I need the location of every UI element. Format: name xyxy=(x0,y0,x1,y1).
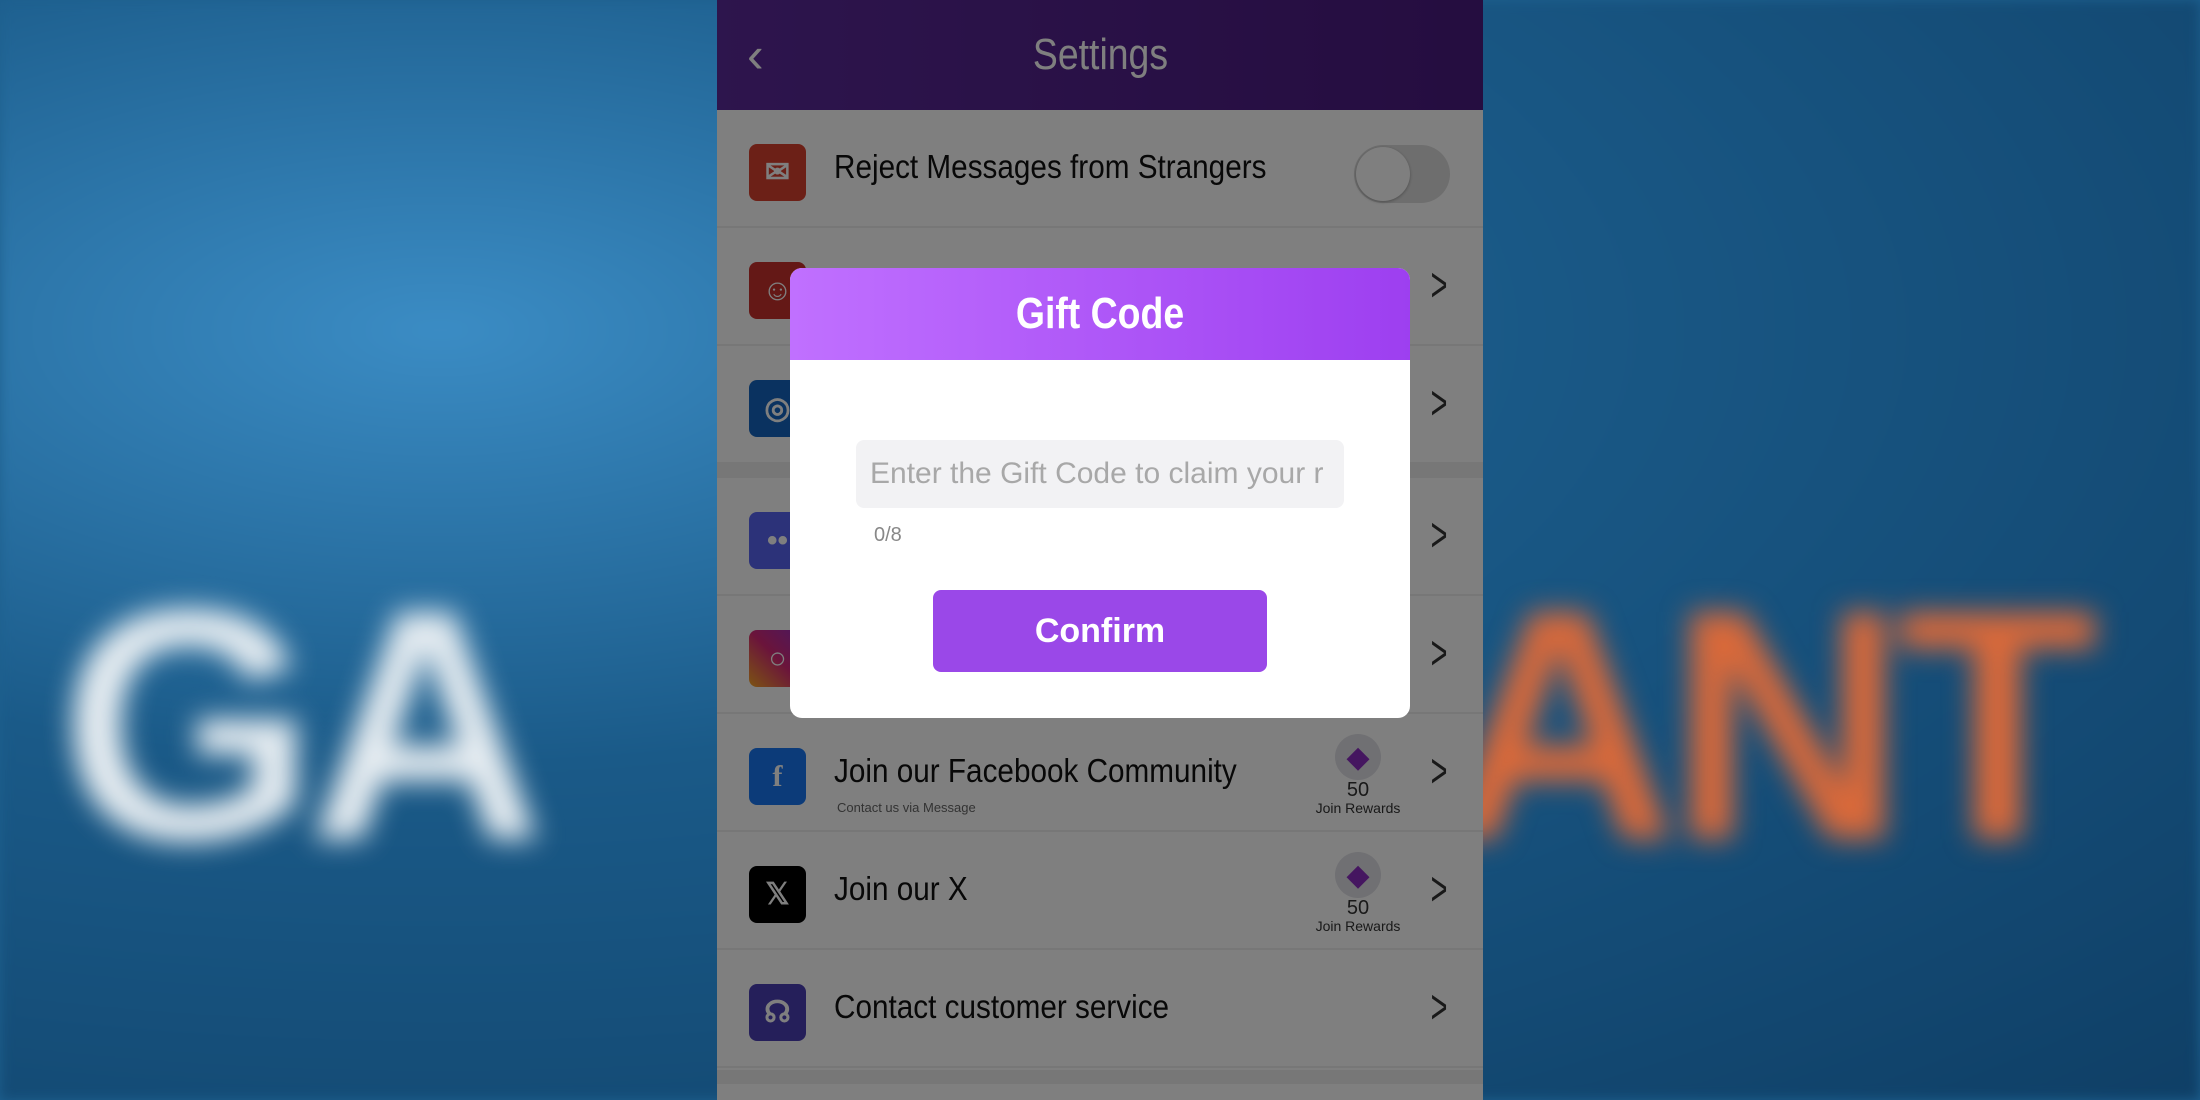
background-logo-text: ANT xyxy=(1440,540,2098,909)
character-counter: 0/8 xyxy=(874,524,902,546)
background-logo-text: GA xyxy=(60,540,545,909)
dialog-title: Gift Code xyxy=(1015,289,1185,338)
confirm-button[interactable]: Confirm xyxy=(933,590,1267,672)
gift-code-input[interactable] xyxy=(856,440,1344,508)
dialog-header: Gift Code xyxy=(790,268,1410,360)
gift-code-dialog: Gift Code 0/8 Confirm xyxy=(790,268,1410,718)
